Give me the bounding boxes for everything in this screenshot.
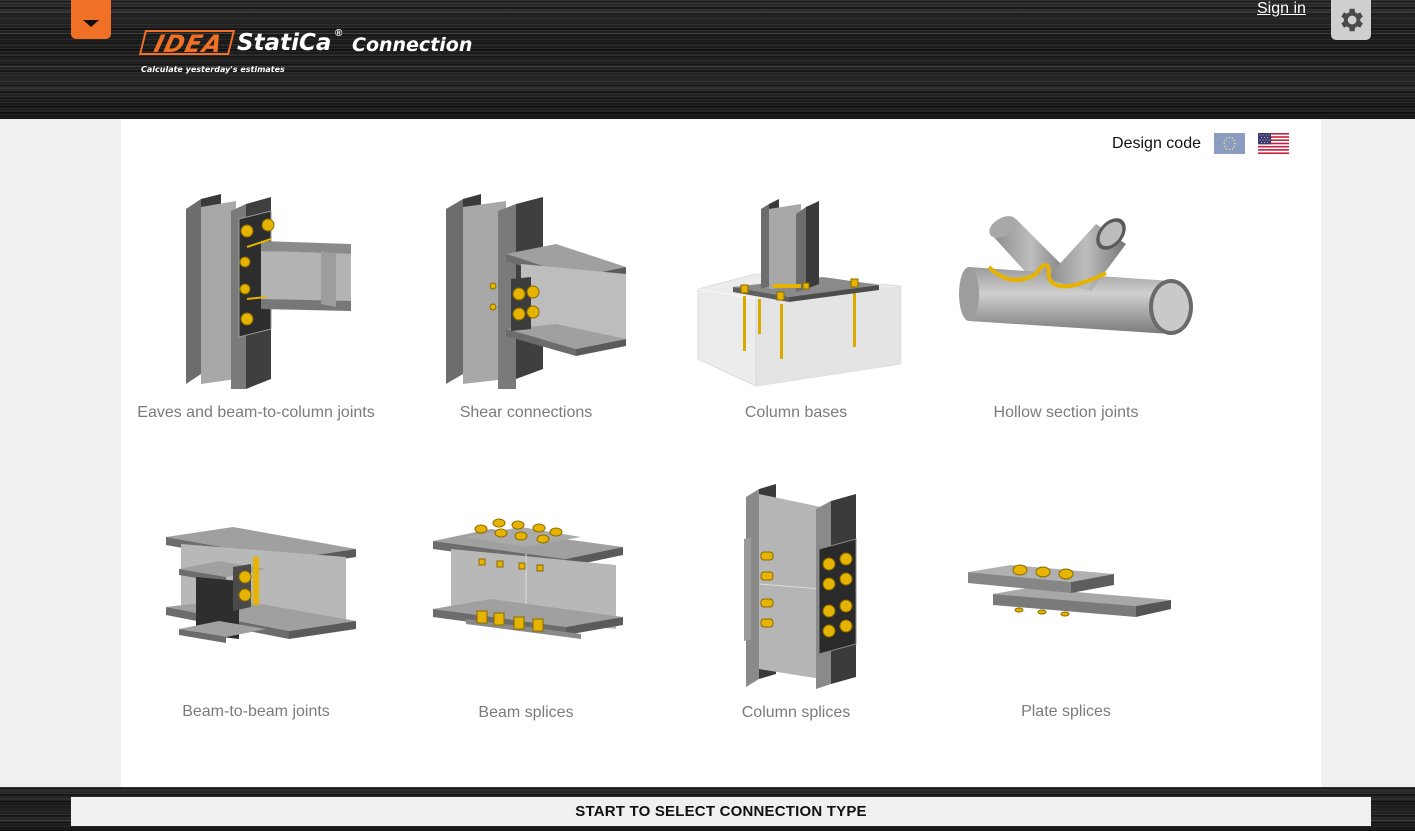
caret-down-icon bbox=[83, 20, 99, 27]
plate-splice-icon bbox=[968, 564, 1171, 617]
footer-bar: START TO SELECT CONNECTION TYPE bbox=[0, 787, 1415, 831]
connection-type-label: Hollow section joints bbox=[993, 404, 1139, 421]
content-panel: Design code Eaves and beam-to-column joi… bbox=[121, 119, 1321, 787]
app-logo: IDEA StatiCa ® Connection Calculate yest… bbox=[138, 28, 482, 80]
logo-tagline: Calculate yesterday's estimates bbox=[141, 65, 285, 74]
logo-idea-mark: IDEA bbox=[138, 30, 236, 58]
connection-type-label: Column bases bbox=[744, 404, 848, 421]
settings-button[interactable] bbox=[1331, 0, 1371, 40]
connection-type-label: Column splices bbox=[741, 704, 851, 721]
connection-type-label: Plate splices bbox=[1021, 703, 1111, 720]
main-menu-button[interactable] bbox=[71, 0, 111, 39]
hollow-section-icon bbox=[959, 216, 1193, 335]
logo-brand-name: StatiCa bbox=[237, 30, 332, 56]
beam-splice-icon bbox=[433, 518, 623, 639]
app-header: IDEA StatiCa ® Connection Calculate yest… bbox=[0, 0, 1415, 119]
registered-mark: ® bbox=[335, 28, 343, 39]
beam-to-beam-icon bbox=[166, 527, 356, 643]
eu-flag-icon[interactable] bbox=[1214, 133, 1245, 154]
design-code-selector: Design code bbox=[1112, 133, 1289, 154]
start-select-connection-button[interactable]: START TO SELECT CONNECTION TYPE bbox=[71, 797, 1371, 826]
shear-connection-icon bbox=[446, 194, 626, 389]
connection-type-label: Beam splices bbox=[478, 704, 574, 721]
connection-type-label: Shear connections bbox=[459, 404, 593, 421]
column-base-icon bbox=[697, 199, 902, 387]
gear-icon bbox=[1341, 8, 1363, 32]
column-splice-icon bbox=[744, 484, 857, 689]
connection-type-label: Beam-to-beam joints bbox=[182, 703, 330, 720]
logo-product-name: Connection bbox=[352, 34, 473, 56]
connection-type-label: Eaves and beam-to-column joints bbox=[137, 404, 375, 421]
sign-in-link[interactable]: Sign in bbox=[1257, 0, 1306, 18]
design-code-label: Design code bbox=[1112, 134, 1201, 152]
eaves-joint-icon bbox=[186, 194, 351, 389]
us-flag-icon[interactable] bbox=[1258, 133, 1289, 154]
